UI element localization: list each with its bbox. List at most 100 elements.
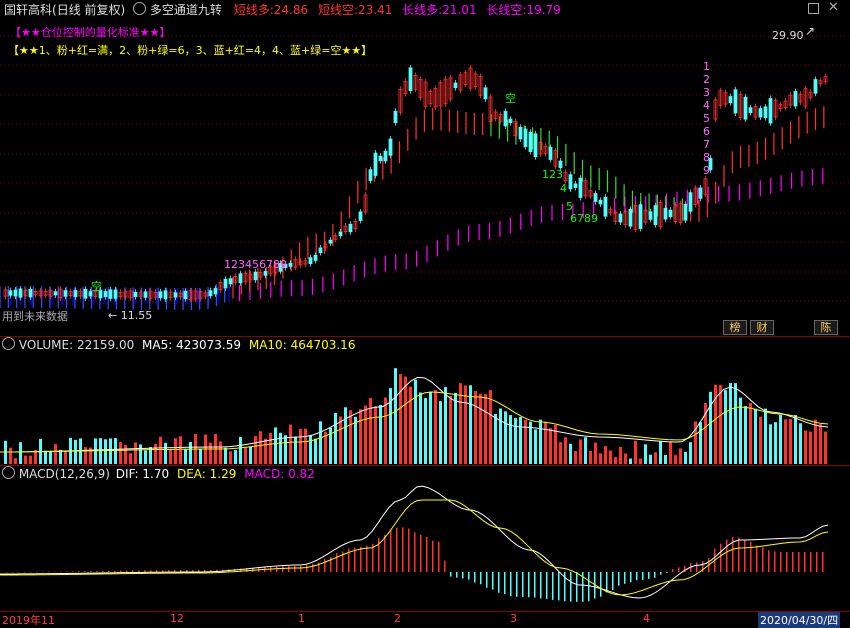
macd-histogram-bar [384,534,386,572]
dea-label: DEA: [176,467,206,481]
volume-bar [24,455,27,464]
dif-label: DIF: [115,467,139,481]
finance-button[interactable]: 财 [750,320,774,335]
volume-header: VOLUME: 22159.00 MA5: 423073.59 MA10: 46… [2,337,355,353]
macd-label[interactable]: MACD(12,26,9) [19,467,110,481]
volume-bar [789,418,792,464]
macd-chart[interactable] [0,480,850,610]
macd-histogram-bar [816,552,818,572]
macd-histogram-bar [624,572,626,584]
candle-body [308,257,313,265]
candle-body [18,288,23,298]
volume-bar [144,450,147,464]
macd-histogram-bar [762,547,764,572]
volume-bar [589,450,592,464]
volume-bar [684,451,687,464]
rank-button[interactable]: 榜 [723,320,747,335]
volume-bar [604,446,607,464]
stock-name[interactable]: 国轩高科 [4,3,52,17]
candle-body [483,87,488,100]
candle-body [8,290,13,296]
volume-bar [394,368,397,464]
volume-bar [19,442,22,464]
count-up-1: 123456789 [224,258,287,271]
candle-body [603,196,608,217]
count-up-2: 123456789 [703,60,710,177]
volume-label[interactable]: VOLUME: [19,338,73,352]
macd-histogram-bar [408,528,410,572]
long-short-label: 长线空: [486,3,527,17]
price-chart[interactable] [0,18,850,338]
volume-bar [269,433,272,464]
volume-bar [624,453,627,464]
macd-histogram-bar [804,552,806,572]
volume-bar [674,455,677,464]
macd-value-label: MACD: [244,467,285,481]
count-down-4: 6789 [570,212,598,225]
volume-bar [454,392,457,464]
volume-bar [539,419,542,464]
empty-signal-2: 空 [505,92,516,105]
count-down-2: 4 [560,182,567,195]
volume-bar [809,431,812,464]
macd-histogram-bar [558,572,560,601]
macd-histogram-bar [660,572,662,575]
close-icon[interactable]: ✕ [828,0,839,15]
macd-histogram-bar [78,571,80,572]
macd-histogram-bar [726,539,728,572]
macd-histogram-bar [576,572,578,602]
chevron-down-icon[interactable] [2,466,15,479]
news-button[interactable]: 陈 [814,320,838,335]
volume-bar [424,398,427,464]
volume-bar [279,432,282,464]
volume-bar [649,454,652,464]
volume-bar [644,444,647,464]
volume-bar [449,395,452,464]
macd-histogram-bar [150,570,152,572]
volume-bar [669,441,672,464]
candle-body [408,67,413,92]
candle-body [13,289,18,297]
volume-bar [409,386,412,464]
candle-body [528,131,533,152]
candle-body [173,292,178,298]
axis-label-jan: 1 [298,612,305,625]
macd-histogram-bar [300,566,302,572]
macd-histogram-bar [462,572,464,579]
candle-body [503,110,508,127]
indicator-gear-icon[interactable] [133,2,147,15]
macd-histogram-bar [90,571,92,572]
macd-histogram-bar [96,571,98,572]
volume-bar [319,421,322,464]
volume-bar [764,408,767,464]
macd-histogram-bar [540,572,542,599]
indicator-name[interactable]: 多空通道九转 [150,3,222,17]
macd-histogram-bar [786,552,788,572]
candle-body [373,152,378,176]
candle-body [523,128,528,147]
volume-chart[interactable] [0,352,850,464]
macd-histogram-bar [546,572,548,599]
candle-body [388,138,393,156]
candle-body [158,291,163,299]
restore-icon[interactable] [808,3,819,14]
macd-histogram-bar [522,572,524,598]
candle-body [763,106,768,118]
macd-histogram-bar [72,571,74,572]
volume-bar [224,447,227,464]
volume-bar [209,442,212,464]
volume-bar [419,392,422,464]
candle-body [28,288,33,298]
future-data-note: 用到未来数据 [2,310,68,323]
macd-histogram-bar [792,552,794,572]
macd-histogram-bar [492,572,494,590]
candle-body [743,96,748,120]
macd-histogram-bar [126,570,128,572]
candle-body [668,209,673,218]
macd-histogram-bar [402,527,404,572]
macd-histogram-bar [618,572,620,586]
chevron-down-icon[interactable] [2,337,15,350]
long-long-value: 21.01 [442,3,477,17]
macd-histogram-bar [666,572,668,573]
macd-histogram-bar [396,527,398,572]
